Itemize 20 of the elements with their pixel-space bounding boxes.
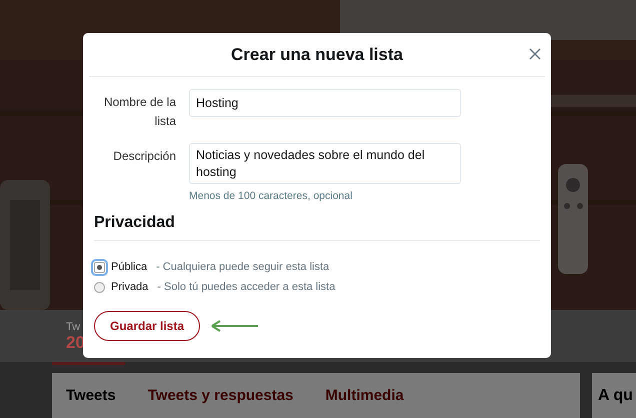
option-label: Pública: [111, 261, 148, 273]
stat-label: Tw: [66, 320, 82, 334]
dialog-title: Crear una nueva lista: [231, 44, 403, 64]
card-title: A qu: [598, 386, 633, 404]
section-heading: Privacidad: [94, 214, 540, 241]
hint-text: Menos de 100 caracteres, opcional: [189, 190, 354, 202]
close-icon[interactable]: [529, 48, 541, 60]
profile-tab[interactable]: Tweets y respuestas: [148, 387, 294, 404]
radio-button[interactable]: [94, 282, 105, 292]
field-label: Descripción: [112, 148, 176, 165]
name-field[interactable]: Hosting: [189, 89, 461, 117]
option-description: - Solo tú puedes acceder a esta lista: [157, 281, 336, 293]
profile-tab[interactable]: Tweets: [66, 387, 116, 404]
option-label: Privada: [111, 281, 148, 293]
arrow-icon: [210, 320, 260, 332]
option-description: - Cualquiera puede seguir esta lista: [156, 261, 330, 273]
description-field[interactable]: Noticias y novedades sobre el mundo del hosting: [189, 143, 461, 184]
profile-tab[interactable]: Multimedia: [325, 387, 404, 404]
field-label: Nombre de la lista: [102, 94, 176, 130]
save-button[interactable]: Guardar lista: [94, 311, 200, 341]
